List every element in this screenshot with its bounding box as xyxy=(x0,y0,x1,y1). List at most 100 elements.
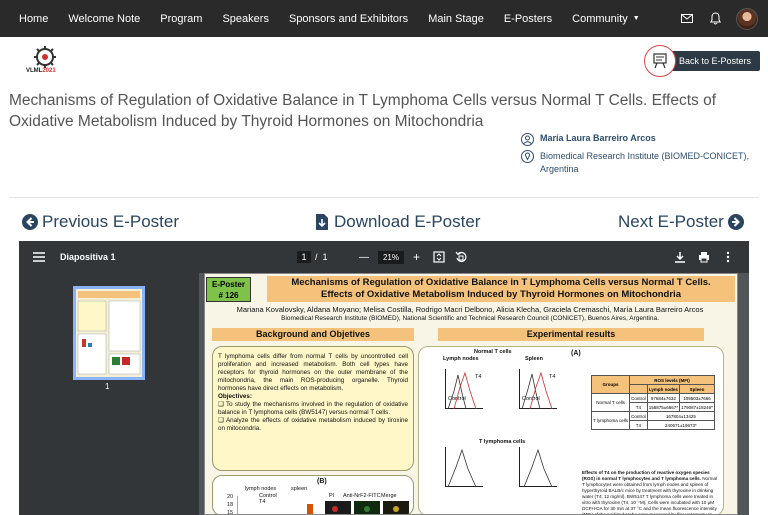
spleen-label: Spleen xyxy=(525,356,544,362)
nav-home[interactable]: Home xyxy=(19,13,48,25)
normal-t-label: Normal T cells xyxy=(474,349,512,355)
user-icon xyxy=(521,133,534,146)
panel-b-tick: 15 xyxy=(227,510,234,515)
rotate-icon[interactable] xyxy=(455,251,467,263)
page-thumbnail[interactable] xyxy=(73,286,145,380)
author-row: María Laura Barreiro Arcos xyxy=(521,133,656,146)
poster-authors: Mariana Kovalovsky, Aldana Moyano; Melis… xyxy=(236,305,704,314)
table-cell: 179087±18246* xyxy=(679,402,715,412)
chevron-down-icon: ▼ xyxy=(632,15,640,23)
nav-community[interactable]: Community ▼ xyxy=(572,13,640,25)
ros-table: Groups ROS levels (MFI) Lymph nodes Spleen… xyxy=(590,375,716,430)
fit-page-icon[interactable] xyxy=(433,251,445,263)
poster-page: E-Poster # 126 Mechanisms of Regulation … xyxy=(204,273,738,515)
eposter-badge: E-Poster # 126 xyxy=(206,277,251,302)
next-eposter-link[interactable]: Next E-Poster xyxy=(618,212,748,232)
panel-b-bars xyxy=(237,496,313,514)
table-header-lymph: Lymph nodes xyxy=(646,384,681,394)
histogram-lymphoma-t4 xyxy=(519,447,557,488)
nav-welcome-note[interactable]: Welcome Note xyxy=(68,13,140,25)
objective-2: ❑ Analyze the effects of oxidative metab… xyxy=(218,417,408,432)
print-icon[interactable] xyxy=(698,251,710,263)
table-cell: 109503±7666 xyxy=(679,393,715,403)
panel-b-tick: 18 xyxy=(227,502,234,508)
nav-speakers[interactable]: Speakers xyxy=(222,13,268,25)
objective-1: ❑ To study the mechanisms involved in th… xyxy=(218,401,408,416)
zoom-out-button[interactable]: — xyxy=(359,252,369,263)
download-icon[interactable] xyxy=(674,251,686,263)
logo-text: VLML2021 xyxy=(26,68,56,74)
table-cell: T lymphoma cells xyxy=(590,411,631,430)
page-title: Mechanisms of Regulation of Oxidative Ba… xyxy=(9,92,716,130)
panel-b-tick: 20 xyxy=(227,494,234,500)
author-name[interactable]: María Laura Barreiro Arcos xyxy=(540,133,656,143)
zoom-controls: — 21% + xyxy=(359,250,420,264)
pdf-viewer: Diapositiva 1 1 / 1 — 21% + 1 E-Poster #… xyxy=(19,241,749,515)
zoom-in-button[interactable]: + xyxy=(413,250,420,264)
more-options-icon[interactable] xyxy=(722,251,734,263)
table-cell: 97684±7632 xyxy=(646,393,681,403)
panel-b-label: (B) xyxy=(317,478,327,485)
panel-b-anti-label: Anti-NrF2-FITC xyxy=(343,493,381,499)
table-cell: Control xyxy=(629,411,648,421)
badge-line1: E-Poster xyxy=(212,280,245,289)
download-eposter-label: Download E-Poster xyxy=(334,212,481,231)
bell-icon[interactable] xyxy=(708,12,722,26)
previous-eposter-label: Previous E-Poster xyxy=(42,212,179,231)
t4-label-1: T4 xyxy=(475,374,482,380)
t-lymphoma-label: T lymphoma cells xyxy=(479,439,526,445)
control-label-1: Control xyxy=(448,396,466,402)
nav-main-stage[interactable]: Main Stage xyxy=(428,13,484,25)
nav-e-posters[interactable]: E-Posters xyxy=(504,13,552,25)
panel-b-lymph-label: lymph nodes xyxy=(245,486,277,492)
background-box: T lymphoma cells differ from normal T ce… xyxy=(212,346,414,471)
thumbnail-sidebar: 1 xyxy=(19,273,199,515)
menu-icon[interactable] xyxy=(33,251,45,263)
nav-community-label: Community xyxy=(572,12,628,25)
objectives-label: Objectives: xyxy=(218,393,252,400)
thumbnail-page-number: 1 xyxy=(105,382,110,391)
nav-sponsors[interactable]: Sponsors and Exhibitors xyxy=(289,13,408,25)
table-header-spleen: Spleen xyxy=(679,384,715,394)
page-indicator: 1 / 1 xyxy=(297,251,328,263)
results-box: (A) Normal T cells Lymph nodes Spleen T … xyxy=(418,346,724,515)
mail-icon[interactable] xyxy=(680,12,694,26)
control-label-2: Control xyxy=(522,396,540,402)
poster-title-line1: Mechanisms of Regulation of Oxidative Ba… xyxy=(291,277,711,288)
table-cell: T4 xyxy=(629,402,648,412)
panel-a-label: (A) xyxy=(571,350,581,357)
results-caption: Effects of T4 on the production of react… xyxy=(582,470,718,515)
page-input[interactable]: 1 xyxy=(297,251,311,263)
lymph-nodes-label: Lymph nodes xyxy=(443,356,479,362)
nav-program[interactable]: Program xyxy=(160,13,202,25)
histogram-lymphoma-control xyxy=(445,447,483,488)
arrow-right-circle-icon xyxy=(727,214,744,230)
table-cell: 167804±13425 xyxy=(646,411,716,421)
pdf-toolbar: Diapositiva 1 1 / 1 — 21% + xyxy=(19,241,749,273)
table-header-ros: ROS levels (MFI) xyxy=(629,375,715,385)
panel-b-merge-label: Merge xyxy=(381,493,397,499)
background-text: T lymphoma cells differ from normal T ce… xyxy=(218,353,408,392)
back-button[interactable]: Back to E-Posters xyxy=(670,51,760,71)
poster-title-line2: Effects of Oxidative Metabolism Induced … xyxy=(321,289,681,300)
table-header-groups: Groups xyxy=(590,375,631,394)
location-icon xyxy=(521,150,534,163)
table-cell: T4 xyxy=(629,420,648,430)
results-caption-body: Normal T lymphocytes were obtained from … xyxy=(582,476,718,515)
table-cell: 240671±19673* xyxy=(646,420,716,430)
page-separator: / xyxy=(315,252,318,262)
download-file-icon xyxy=(316,214,328,230)
download-eposter-link[interactable]: Download E-Poster xyxy=(314,212,480,232)
previous-eposter-link[interactable]: Previous E-Poster xyxy=(22,212,179,232)
zoom-input[interactable]: 21% xyxy=(378,250,404,264)
thumbnail-preview xyxy=(77,291,141,375)
logo-year: 2021 xyxy=(42,68,56,74)
table-cell: 158875±6667* xyxy=(646,402,681,412)
table-row: Normal T cells Control 97684±7632 109503±76… xyxy=(590,393,715,412)
divider xyxy=(9,197,759,198)
table-header-blank xyxy=(629,384,648,394)
avatar[interactable] xyxy=(736,7,758,30)
panel-b-pi-label: PI xyxy=(329,493,335,499)
results-caption-title: Effects of T4 on the production of react… xyxy=(582,470,710,481)
author-institution: Biomedical Research Institute (BIOMED-CO… xyxy=(540,151,750,174)
